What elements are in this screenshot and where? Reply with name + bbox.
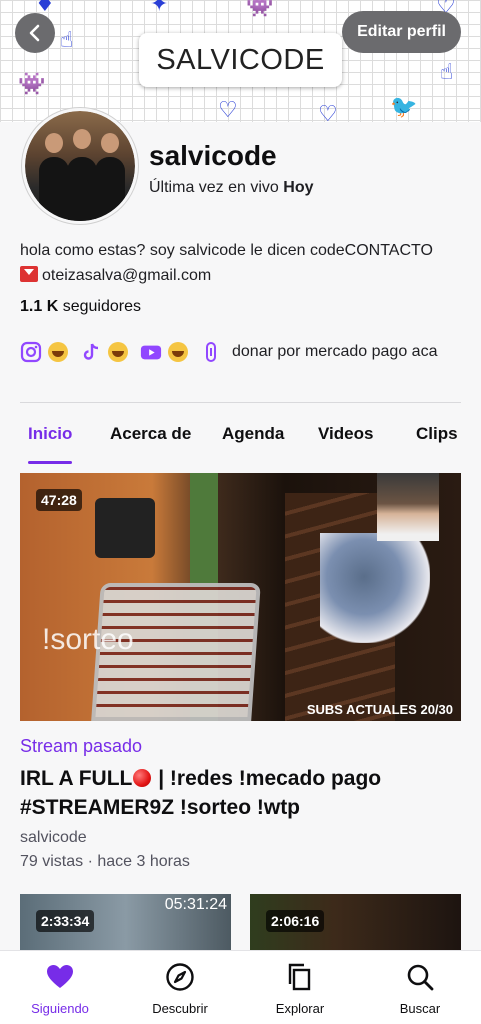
nav-label: Siguiendo: [31, 1001, 89, 1016]
social-links: donar por mercado pago aca: [20, 339, 437, 365]
video-title[interactable]: IRL A FULL | !redes !mecado pago #STREAM…: [20, 764, 460, 822]
video-thumbnail[interactable]: 05:31:24 2:33:34: [20, 894, 231, 954]
video-title-part: IRL A FULL: [20, 767, 133, 790]
doodle-icon: ✦: [150, 0, 169, 17]
followers-number: 1.1 K: [20, 298, 59, 315]
donate-link[interactable]: donar por mercado pago aca: [232, 343, 437, 361]
username: salvicode: [149, 140, 277, 171]
grin-emoji-icon: [48, 342, 68, 362]
webcam-overlay: [377, 473, 439, 541]
nav-label: Descubrir: [152, 1001, 208, 1016]
grin-emoji-icon: [168, 342, 188, 362]
duration-badge: 47:28: [36, 489, 82, 511]
heart-icon: [47, 965, 73, 988]
grin-emoji-icon: [108, 342, 128, 362]
hand-cursor-icon: ☝: [440, 60, 454, 85]
tiktok-icon[interactable]: [80, 341, 102, 363]
bio: hola como estas? soy salvicode le dicen …: [20, 238, 470, 288]
nav-buscar[interactable]: Buscar: [360, 951, 480, 1024]
tab-clips[interactable]: Clips: [416, 424, 458, 444]
nav-label: Explorar: [275, 1001, 325, 1016]
video-overlay-text: !sorteo: [42, 623, 134, 656]
compass-icon: [166, 963, 194, 991]
instagram-icon[interactable]: [20, 341, 42, 363]
thumbnail-overlay-text: 05:31:24: [164, 896, 227, 913]
tab-videos[interactable]: Videos: [318, 424, 373, 444]
channel-name[interactable]: salvicode: [20, 829, 87, 847]
inbox-icon: [20, 266, 38, 282]
duration-badge: 2:06:16: [266, 910, 325, 932]
stream-type-label: Stream pasado: [20, 736, 143, 756]
video-meta: 79 vistas · hace 3 horas: [20, 853, 190, 870]
heart-doodle-icon: ♡: [218, 98, 238, 122]
active-tab-indicator: [28, 461, 72, 464]
video-thumbnail[interactable]: 2:06:16: [250, 894, 461, 954]
youtube-icon[interactable]: [140, 341, 162, 363]
hand-cursor-icon: ☝: [60, 28, 74, 53]
link-icon[interactable]: [200, 341, 222, 363]
nav-descubrir[interactable]: Descubrir: [120, 951, 240, 1024]
back-button[interactable]: [15, 13, 55, 53]
space-invader-icon: 👾: [18, 72, 46, 97]
chevron-left-icon: [29, 24, 40, 42]
copy-icon: [288, 963, 311, 991]
nav-label: Buscar: [399, 1001, 441, 1016]
heart-doodle-icon: ♡: [318, 102, 338, 122]
duration-badge: 2:33:34: [36, 910, 95, 932]
banner-title: SALVICODE: [139, 33, 342, 87]
edit-profile-button[interactable]: Editar perfil: [342, 11, 461, 53]
nav-siguiendo[interactable]: Siguiendo: [0, 951, 120, 1024]
search-icon: [407, 964, 434, 991]
followers-label: seguidores: [58, 298, 141, 315]
bio-contact: oteizasalva@gmail.com: [20, 263, 470, 288]
last-live-label: Última vez en vivo: [149, 179, 284, 196]
contact-email[interactable]: oteizasalva@gmail.com: [42, 267, 211, 284]
profile-banner: ♦ ☝ 👾 ✦ 👾 ♡ ♡ 🐦 ☝ ♡ Editar perfil SALVIC…: [0, 0, 481, 122]
nav-explorar[interactable]: Explorar: [240, 951, 360, 1024]
tab-agenda[interactable]: Agenda: [222, 424, 284, 444]
subs-overlay: SUBS ACTUALES 20/30: [306, 702, 453, 717]
divider: [20, 402, 461, 403]
tab-acerca-de[interactable]: Acerca de: [110, 424, 191, 444]
bird-icon: 🐦: [390, 95, 418, 120]
red-circle-emoji-icon: [133, 769, 152, 787]
tab-inicio[interactable]: Inicio: [28, 424, 72, 444]
space-invader-icon: 👾: [246, 0, 274, 19]
bio-text: hola como estas? soy salvicode le dicen …: [20, 242, 433, 259]
avatar[interactable]: [22, 108, 138, 224]
last-live-value: Hoy: [283, 179, 314, 196]
followers-count: 1.1 K seguidores: [20, 298, 141, 316]
profile-tabs: Inicio Acerca de Agenda Videos Clips: [20, 424, 481, 464]
last-live-status: Última vez en vivo Hoy: [149, 179, 314, 197]
featured-video-thumbnail[interactable]: !sorteo 47:28 SUBS ACTUALES 20/30: [20, 473, 461, 721]
bottom-navigation: Siguiendo Descubrir Explorar Buscar: [0, 950, 481, 1024]
